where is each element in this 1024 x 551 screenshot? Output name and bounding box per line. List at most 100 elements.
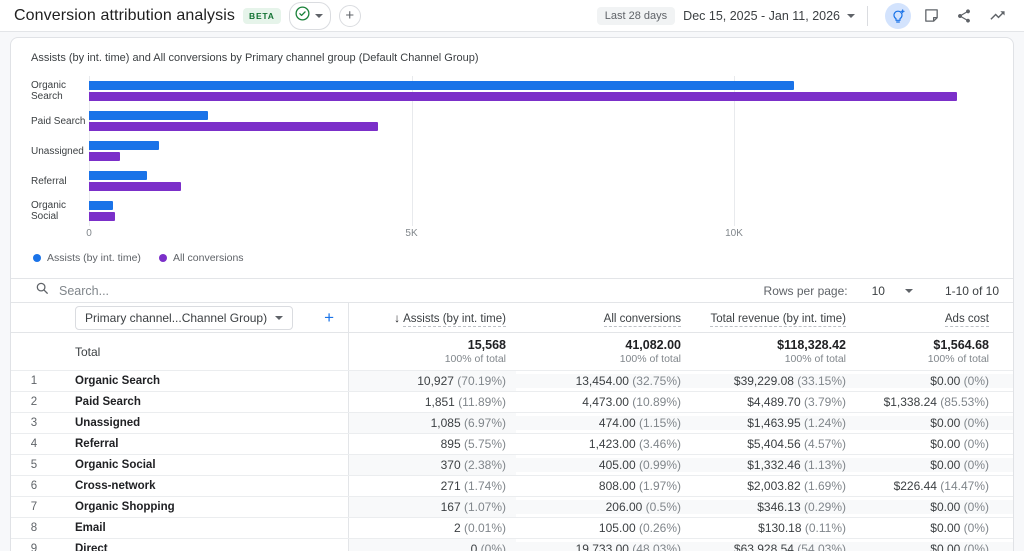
rows-per-page-value[interactable]: 10 xyxy=(872,284,885,298)
chart-bar-group: Unassigned xyxy=(31,136,993,166)
chart-bar-group: Paid Search xyxy=(31,106,993,136)
total-revenue: $118,328.42100% of total xyxy=(691,337,856,366)
chart-bar[interactable] xyxy=(89,92,957,101)
metric-cell: 271 (1.74%) xyxy=(348,476,516,496)
metric-cell: $226.44 (14.47%) xyxy=(856,479,1013,493)
metric-cell: $346.13 (0.29%) xyxy=(691,500,856,514)
table-row[interactable]: 8Email2 (0.01%)105.00 (0.26%)$130.18 (0.… xyxy=(11,517,1013,538)
chevron-down-icon xyxy=(275,316,283,320)
channel-name: Email xyxy=(57,522,348,534)
legend-dot-icon xyxy=(33,254,41,262)
table-row[interactable]: 4Referral895 (5.75%)1,423.00 (3.46%)$5,4… xyxy=(11,433,1013,454)
metric-cell: 206.00 (0.5%) xyxy=(516,500,691,514)
chart-bar[interactable] xyxy=(89,182,181,191)
total-all-conversions: 41,082.00100% of total xyxy=(516,337,691,366)
table-row[interactable]: 5Organic Social370 (2.38%)405.00 (0.99%)… xyxy=(11,454,1013,475)
metric-cell: 1,851 (11.89%) xyxy=(348,392,516,412)
metric-cell: $1,332.46 (1.13%) xyxy=(691,458,856,472)
date-range-preset-chip[interactable]: Last 28 days xyxy=(597,7,675,25)
chart-bar[interactable] xyxy=(89,152,120,161)
metric-cell: $5,404.56 (4.57%) xyxy=(691,437,856,451)
metric-cell: $0.00 (0%) xyxy=(856,458,1013,472)
row-index: 9 xyxy=(11,543,57,551)
chart-bar[interactable] xyxy=(89,141,159,150)
dimension-selector-label: Primary channel...Channel Group) xyxy=(85,311,267,325)
table-row[interactable]: 2Paid Search1,851 (11.89%)4,473.00 (10.8… xyxy=(11,391,1013,412)
search-icon xyxy=(35,281,49,300)
chart-bar[interactable] xyxy=(89,212,115,221)
chevron-down-icon[interactable] xyxy=(905,289,913,293)
chart-bar-group: Organic Search xyxy=(31,76,993,106)
channel-name: Organic Social xyxy=(57,459,348,471)
row-index: 6 xyxy=(11,480,57,492)
beta-badge: BETA xyxy=(243,8,281,24)
report-header: Conversion attribution analysis BETA + L… xyxy=(0,0,1024,32)
metric-cell: $2,003.82 (1.69%) xyxy=(691,479,856,493)
x-axis-tick-label: 10K xyxy=(725,228,743,239)
x-axis-tick-label: 5K xyxy=(405,228,417,239)
metric-cell: 370 (2.38%) xyxy=(348,455,516,475)
chart-bar[interactable] xyxy=(89,111,208,120)
add-column-button[interactable]: + xyxy=(324,309,334,326)
plus-icon: + xyxy=(345,7,354,24)
report-status-button[interactable] xyxy=(289,2,331,30)
metric-cell: $0.00 (0%) xyxy=(856,437,1013,451)
metric-cell: 105.00 (0.26%) xyxy=(516,521,691,535)
chart-bar[interactable] xyxy=(89,122,378,131)
metric-cell: $1,463.95 (1.24%) xyxy=(691,416,856,430)
check-circle-icon xyxy=(294,5,311,27)
metric-cell: $63,928.54 (54.03%) xyxy=(691,542,856,551)
metric-cell: 2 (0.01%) xyxy=(348,518,516,538)
notes-button[interactable] xyxy=(918,3,944,29)
table-header-row: Primary channel...Channel Group) + ↓Assi… xyxy=(11,303,1013,333)
insights-trend-button[interactable] xyxy=(984,3,1010,29)
chart-bar[interactable] xyxy=(89,81,794,90)
report-card: Assists (by int. time) and All conversio… xyxy=(10,37,1014,551)
legend-label: All conversions xyxy=(173,252,244,264)
metric-cell: $0.00 (0%) xyxy=(856,542,1013,551)
chart-section: Assists (by int. time) and All conversio… xyxy=(11,38,1013,278)
column-header-ads-cost[interactable]: Ads cost xyxy=(856,309,1013,327)
table-row[interactable]: 6Cross-network271 (1.74%)808.00 (1.97%)$… xyxy=(11,475,1013,496)
date-range-selector[interactable]: Dec 15, 2025 - Jan 11, 2026 xyxy=(683,9,855,23)
pagination-status: 1-10 of 10 xyxy=(945,284,999,298)
row-index: 5 xyxy=(11,459,57,471)
insights-button[interactable] xyxy=(885,3,911,29)
column-header-assists[interactable]: ↓Assists (by int. time) xyxy=(348,303,516,332)
table-row[interactable]: 7Organic Shopping167 (1.07%)206.00 (0.5%… xyxy=(11,496,1013,517)
page-title: Conversion attribution analysis xyxy=(14,7,235,25)
metric-cell: $0.00 (0%) xyxy=(856,500,1013,514)
row-index: 2 xyxy=(11,396,57,408)
legend-dot-icon xyxy=(159,254,167,262)
metric-cell: 0 (0%) xyxy=(348,539,516,551)
table-row[interactable]: 9Direct0 (0%)19,733.00 (48.03%)$63,928.5… xyxy=(11,538,1013,551)
search-input[interactable] xyxy=(59,284,359,298)
channel-name: Direct xyxy=(57,543,348,551)
table-row[interactable]: 1Organic Search10,927 (70.19%)13,454.00 … xyxy=(11,370,1013,391)
metric-cell: 1,423.00 (3.46%) xyxy=(516,437,691,451)
share-button[interactable] xyxy=(951,3,977,29)
legend-item: All conversions xyxy=(159,252,244,264)
add-comparison-button[interactable]: + xyxy=(339,5,361,27)
sort-descending-icon: ↓ xyxy=(394,311,400,325)
table-row[interactable]: 3Unassigned1,085 (6.97%)474.00 (1.15%)$1… xyxy=(11,412,1013,433)
bar-chart: Organic Search Paid SearchUnassignedRefer… xyxy=(31,76,993,242)
chart-title: Assists (by int. time) and All conversio… xyxy=(31,52,993,64)
row-index: 1 xyxy=(11,375,57,387)
chart-category-label: Organic Social xyxy=(31,200,89,222)
chart-bar[interactable] xyxy=(89,171,147,180)
rows-per-page-label: Rows per page: xyxy=(764,284,848,298)
dimension-selector[interactable]: Primary channel...Channel Group) xyxy=(75,306,293,330)
chart-category-label: Organic Search xyxy=(31,80,89,102)
metric-cell: 808.00 (1.97%) xyxy=(516,479,691,493)
legend-label: Assists (by int. time) xyxy=(47,252,141,264)
metric-cell: $130.18 (0.11%) xyxy=(691,521,856,535)
column-header-all-conversions[interactable]: All conversions xyxy=(516,309,691,327)
chart-bar[interactable] xyxy=(89,201,113,210)
x-axis-tick-label: 0 xyxy=(86,228,92,239)
chart-bar-group: Referral xyxy=(31,166,993,196)
metric-cell: 895 (5.75%) xyxy=(348,434,516,454)
share-icon xyxy=(956,8,972,24)
column-header-total-revenue[interactable]: Total revenue (by int. time) xyxy=(691,309,856,327)
legend-item: Assists (by int. time) xyxy=(33,252,141,264)
